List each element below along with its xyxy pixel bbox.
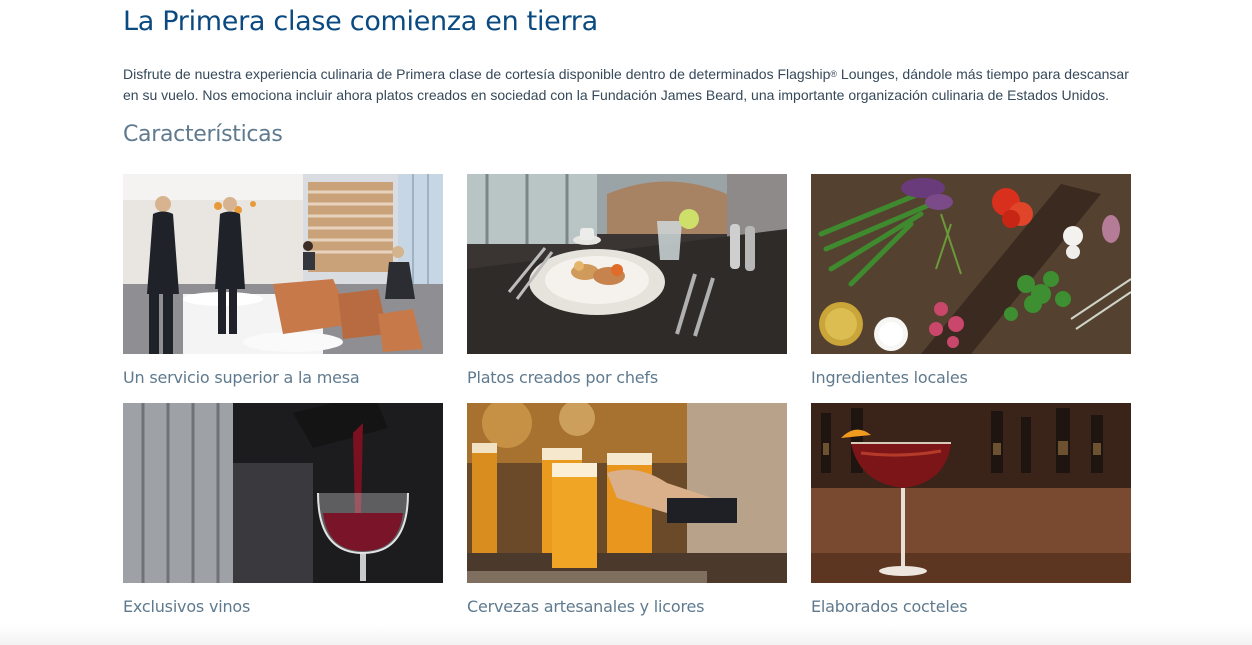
feature-card-exclusive-wines[interactable]: Exclusivos vinos (123, 403, 443, 616)
red-wine-pour-photo (123, 403, 443, 583)
feature-card-chef-dishes[interactable]: Platos creados por chefs (467, 174, 787, 387)
feature-card-label: Un servicio superior a la mesa (123, 368, 360, 387)
intro-paragraph: Disfrute de nuestra experiencia culinari… (123, 64, 1133, 106)
feature-card-cocktails[interactable]: Elaborados cocteles (811, 403, 1131, 616)
features-heading: Características (123, 122, 283, 147)
feature-card-label: Ingredientes locales (811, 368, 968, 387)
feature-card-craft-beers[interactable]: Cervezas artesanales y licores (467, 403, 787, 616)
plated-dish-photo (467, 174, 787, 354)
page: La Primera clase comienza en tierra Disf… (0, 0, 1252, 645)
page-title: La Primera clase comienza en tierra (123, 6, 598, 37)
feature-card-label: Platos creados por chefs (467, 368, 658, 387)
feature-card-label: Elaborados cocteles (811, 597, 968, 616)
craft-beer-photo (467, 403, 787, 583)
feature-card-label: Cervezas artesanales y licores (467, 597, 705, 616)
fresh-ingredients-photo (811, 174, 1131, 354)
intro-text-start: Disfrute de nuestra experiencia culinari… (123, 66, 831, 82)
lounge-dining-room-photo (123, 174, 443, 354)
feature-card-table-service[interactable]: Un servicio superior a la mesa (123, 174, 443, 387)
cocktail-photo (811, 403, 1131, 583)
feature-card-label: Exclusivos vinos (123, 597, 251, 616)
feature-card-local-ingredients[interactable]: Ingredientes locales (811, 174, 1131, 387)
